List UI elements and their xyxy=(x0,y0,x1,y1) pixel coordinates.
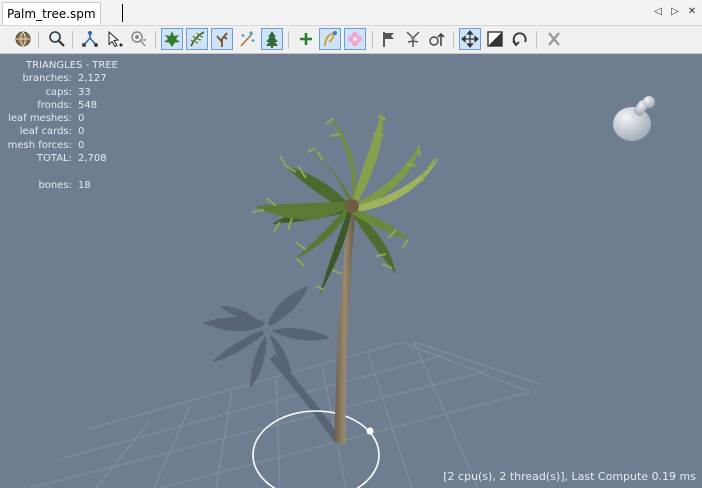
stats-row-leaf-meshes: leaf meshes: 0 xyxy=(0,112,130,125)
add-icon xyxy=(300,33,312,45)
cluster-select-icon xyxy=(131,31,146,47)
branch-up-icon xyxy=(429,32,445,46)
stats-row-total: TOTAL: 2,708 xyxy=(0,152,130,165)
stats-row-leaf-cards: leaf cards: 0 xyxy=(0,125,130,138)
tree-shadow xyxy=(203,286,342,444)
branches-icon xyxy=(216,32,228,47)
toolbar-separator xyxy=(453,31,454,49)
stats-row-caps: caps: 33 xyxy=(0,86,130,99)
tab-close-button[interactable]: ✕ xyxy=(685,4,699,20)
document-tab-bar: Palm_tree.spm ◁ ▷ ✕ xyxy=(0,0,702,26)
pine-tree-button[interactable] xyxy=(261,28,283,50)
globe-icon xyxy=(15,31,31,47)
skeleton-select-button[interactable] xyxy=(79,28,101,50)
stats-heading: TRIANGLES - TREE xyxy=(26,60,118,71)
stat-label: leaf cards: xyxy=(19,126,72,138)
sparkle-branch-icon xyxy=(240,31,255,47)
frond-button[interactable] xyxy=(186,28,208,50)
pointer-select-icon xyxy=(108,30,123,48)
stat-label: branches: xyxy=(22,73,73,85)
stats-row-mesh-forces: mesh forces: 0 xyxy=(0,139,130,152)
stat-label: caps: xyxy=(45,86,72,98)
sparkle-branch-button[interactable] xyxy=(236,28,258,50)
scale-button[interactable] xyxy=(484,28,506,50)
stats-row-fronds: fronds: 548 xyxy=(0,99,130,112)
pointer-select-button[interactable] xyxy=(104,28,126,50)
stat-value: 18 xyxy=(78,179,91,191)
skeleton-select-icon xyxy=(82,31,98,47)
toolbar-separator xyxy=(536,31,537,49)
tab-next-button[interactable]: ▷ xyxy=(668,4,682,20)
branch-flare-icon xyxy=(406,31,420,47)
toolbar-separator xyxy=(372,31,373,49)
rotate-icon xyxy=(512,32,527,47)
magnifier-icon xyxy=(49,31,65,47)
triangle-stats-overlay: TRIANGLES - TREE branches: 2,127 caps: 3… xyxy=(0,59,130,192)
stat-value: 548 xyxy=(78,99,98,111)
blossom-icon xyxy=(347,31,363,47)
compute-status-text: [2 cpu(s), 2 thread(s)], Last Compute 0.… xyxy=(443,470,696,483)
tab-divider xyxy=(122,4,123,22)
delete-button[interactable] xyxy=(543,28,565,50)
blossom-button[interactable] xyxy=(344,28,366,50)
branch-up-button[interactable] xyxy=(426,28,448,50)
stat-value: 33 xyxy=(78,86,91,98)
tree-3d-viewport[interactable]: TRIANGLES - TREE branches: 2,127 caps: 3… xyxy=(0,54,702,488)
branches-button[interactable] xyxy=(211,28,233,50)
stat-label: leaf meshes: xyxy=(8,113,72,125)
view-orientation-gizmo[interactable] xyxy=(613,96,655,141)
rotate-button[interactable] xyxy=(509,28,531,50)
main-toolbar xyxy=(0,26,702,54)
stat-value: 2,127 xyxy=(78,73,107,85)
stat-value: 2,708 xyxy=(78,153,107,165)
stats-row-bones: bones: 18 xyxy=(0,179,130,192)
scale-icon xyxy=(487,31,503,47)
stat-value: 0 xyxy=(78,139,85,151)
editor-window: Palm_tree.spm ◁ ▷ ✕ TRIANGLES - TREE bra… xyxy=(0,0,702,488)
leaf-button[interactable] xyxy=(161,28,183,50)
frond-icon xyxy=(190,31,205,47)
wand-icon xyxy=(324,31,337,47)
move-button[interactable] xyxy=(459,28,481,50)
pine-tree-icon xyxy=(266,31,278,48)
stat-label: mesh forces: xyxy=(7,139,72,151)
selection-ring[interactable] xyxy=(252,410,380,488)
stat-label: TOTAL: xyxy=(36,153,72,165)
stat-value: 0 xyxy=(78,126,85,138)
flag-icon xyxy=(383,32,394,47)
move-icon xyxy=(461,30,479,48)
toolbar-separator xyxy=(72,31,73,49)
tab-palm-tree-spm[interactable]: Palm_tree.spm xyxy=(2,2,101,25)
toolbar-separator xyxy=(38,31,39,49)
delete-icon xyxy=(548,32,560,46)
cluster-select-button[interactable] xyxy=(128,28,150,50)
stat-value: 0 xyxy=(78,113,85,125)
stat-label: bones: xyxy=(38,179,72,191)
tab-prev-button[interactable]: ◁ xyxy=(651,4,665,20)
stat-label: fronds: xyxy=(37,99,72,111)
tab-title: Palm_tree.spm xyxy=(7,7,96,21)
ring-handle[interactable] xyxy=(366,427,374,435)
wand-button[interactable] xyxy=(319,28,341,50)
stats-row-branches: branches: 2,127 xyxy=(0,72,130,85)
leaf-icon xyxy=(164,31,180,47)
flag-button[interactable] xyxy=(378,28,400,50)
add-button[interactable] xyxy=(295,28,317,50)
toolbar-separator xyxy=(155,31,156,49)
branch-flare-button[interactable] xyxy=(402,28,424,50)
globe-button[interactable] xyxy=(12,28,34,50)
stats-row-spacer xyxy=(0,165,130,178)
toolbar-separator xyxy=(288,31,289,49)
zoom-button[interactable] xyxy=(46,28,68,50)
